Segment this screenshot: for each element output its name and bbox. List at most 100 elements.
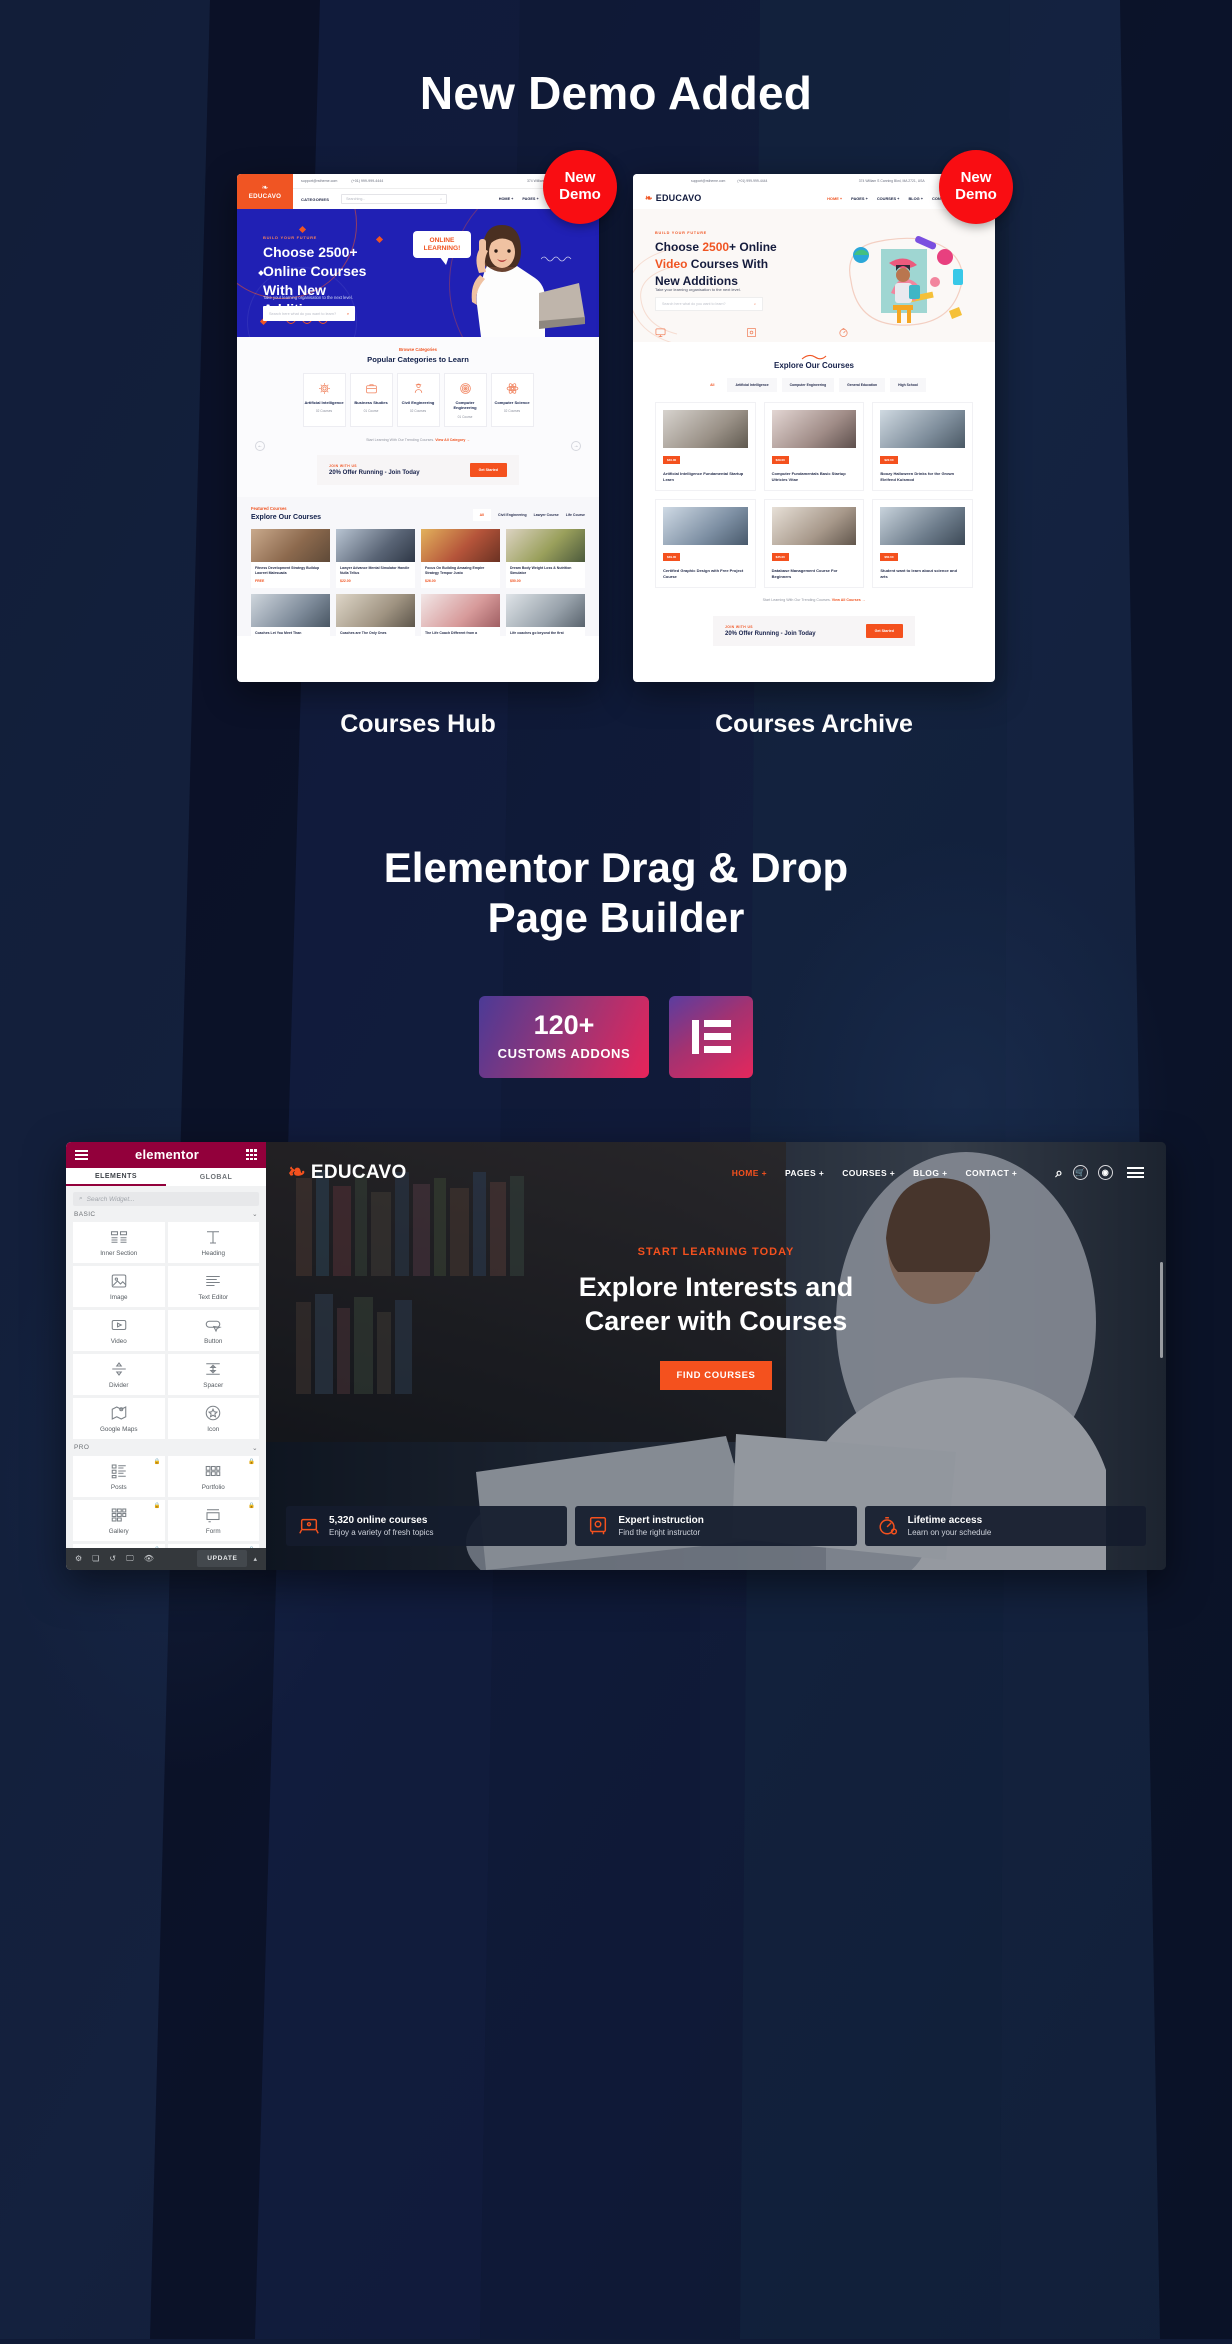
feature-bar[interactable]: Expert instruction Find the right instru… — [575, 1505, 857, 1546]
preview-menu-pages[interactable]: PAGES + — [785, 1168, 824, 1178]
widget-label: Google Maps — [100, 1426, 138, 1434]
preview-logo[interactable]: ❧ EDUCAVO — [288, 1160, 407, 1185]
tab-global[interactable]: GLOBAL — [166, 1168, 266, 1186]
course-card[interactable]: $22.00 Boozy Halloween Drinks for the Gr… — [872, 402, 973, 491]
category-card[interactable]: Computer Science 02 Courses — [490, 373, 534, 427]
filter-computer-engineering[interactable]: Computer Engineering — [781, 378, 835, 392]
course-card[interactable]: $39.00 Certified Graphic Design with Fre… — [655, 499, 756, 588]
site1-search-input[interactable]: Searching... ⌕ — [341, 194, 448, 204]
site1-logo[interactable]: ❧ EDUCAVO — [237, 174, 293, 209]
menu-hamburger-icon[interactable] — [1127, 1165, 1144, 1181]
menu-item[interactable]: PAGES + — [522, 197, 538, 201]
find-courses-button[interactable]: FIND COURSES — [659, 1360, 773, 1390]
next-arrow-button[interactable]: → — [571, 441, 581, 451]
widget-gallery[interactable]: 🔒 Gallery — [73, 1499, 165, 1541]
editor-preview-pane[interactable]: ❧ EDUCAVO HOME + PAGES + COURSES + BLOG … — [266, 1141, 1166, 1570]
prev-arrow-button[interactable]: ← — [255, 441, 265, 451]
hero-search-input[interactable]: Search here what do you want to learn? ⌕ — [263, 306, 355, 321]
widget-divider[interactable]: Divider — [73, 1354, 165, 1396]
preview-menu-courses[interactable]: COURSES + — [842, 1168, 895, 1178]
get-started-button[interactable]: Get Started — [469, 463, 507, 477]
tab-elements[interactable]: ELEMENTS — [66, 1168, 166, 1187]
grid-icon[interactable] — [246, 1149, 257, 1161]
preview-eye-icon[interactable]: 👁 — [144, 1554, 154, 1563]
tab-all[interactable]: All — [472, 509, 492, 521]
course-card[interactable]: $35.00 Database Management Course For Be… — [763, 499, 865, 588]
demo-screenshot-courses-archive[interactable]: support@rstheme.com (+01) 999-999-4444 3… — [633, 174, 995, 682]
hero-search-input[interactable]: Search here what do you want to learn? ⌕ — [655, 297, 763, 311]
widget-text-editor[interactable]: Text Editor — [167, 1266, 259, 1308]
chevron-up-icon[interactable]: ▴ — [253, 1555, 257, 1563]
filter-ai[interactable]: Artificial Intelligence — [727, 378, 777, 392]
feature-bar[interactable]: 5,320 online courses Enjoy a variety of … — [286, 1505, 568, 1546]
tab-lawyer-course[interactable]: Lawyer Course — [534, 513, 559, 517]
categories-button[interactable]: CATEGORIES — [301, 197, 329, 202]
preview-scrollbar[interactable] — [1160, 1261, 1163, 1358]
widget-form[interactable]: 🔒 Form — [167, 1499, 259, 1541]
cart-icon[interactable]: 🛒 — [1073, 1165, 1088, 1181]
widget-google-maps[interactable]: Google Maps — [73, 1398, 165, 1440]
search-icon[interactable]: ⌕ — [1055, 1165, 1063, 1181]
widget-spacer[interactable]: Spacer — [167, 1354, 259, 1396]
settings-gear-icon[interactable]: ⚙ — [75, 1554, 82, 1563]
preview-menu-contact[interactable]: CONTACT + — [965, 1168, 1017, 1178]
preview-menu-blog[interactable]: BLOG + — [913, 1168, 947, 1178]
course-card[interactable]: Coaches are The Only Ones — [336, 594, 415, 637]
demo-caption: Courses Archive — [715, 710, 913, 738]
course-card[interactable]: $29.00 Computer Fundamentals Basic Start… — [763, 402, 865, 491]
account-icon[interactable]: ◉ — [1098, 1165, 1113, 1181]
course-card[interactable]: The Life Coach Different from a — [421, 594, 500, 637]
demo-item-courses-hub[interactable]: New Demo support@rstheme.com (+01) 999-9… — [237, 150, 617, 739]
menu-item-courses[interactable]: COURSES + — [877, 196, 900, 201]
hero-kicker: BUILD YOUR FUTURE — [655, 231, 707, 235]
category-card[interactable]: Civil Engineering 02 Courses — [396, 373, 440, 427]
category-card[interactable]: Business Studies 01 Course — [349, 373, 393, 427]
tab-civil-engineering[interactable]: Civil Engineering — [498, 513, 527, 517]
demo-screenshot-courses-hub[interactable]: support@rstheme.com (+01) 999-999-4444 3… — [237, 174, 599, 682]
widget-posts[interactable]: 🔒 Posts — [73, 1455, 165, 1497]
course-card[interactable]: $60.00 Student want to learn about scien… — [872, 499, 973, 588]
responsive-icon[interactable]: 🖵 — [126, 1554, 134, 1564]
section-name: BASIC — [74, 1210, 96, 1218]
section-header-basic[interactable]: BASIC ⌄ — [66, 1206, 266, 1222]
category-card[interactable]: Computer Engineering 01 Course — [443, 373, 487, 427]
hamburger-icon[interactable] — [75, 1147, 88, 1162]
elementor-editor-mock[interactable]: elementor ELEMENTS GLOBAL ⌕ Search Widge… — [66, 1141, 1166, 1570]
widget-search-input[interactable]: ⌕ Search Widget... — [73, 1192, 259, 1206]
course-card[interactable]: Focus On Building Amazing Empire Strateg… — [421, 529, 500, 589]
demo-item-courses-archive[interactable]: New Demo support@rstheme.com (+01) 999-9… — [633, 150, 1013, 739]
preview-menu-home[interactable]: HOME + — [732, 1168, 767, 1178]
section-header-pro[interactable]: PRO ⌄ — [66, 1439, 266, 1455]
view-all-category-link[interactable]: View All Category → — [435, 438, 470, 442]
update-button[interactable]: UPDATE — [197, 1550, 248, 1568]
menu-item[interactable]: HOME + — [499, 197, 514, 201]
course-card[interactable]: Coaches Let You Meet Than — [251, 594, 330, 637]
filter-high-school[interactable]: High School — [890, 378, 926, 392]
feature-bar[interactable]: Lifetime access Learn on your schedule — [864, 1505, 1146, 1546]
widget-inner-section[interactable]: Inner Section — [73, 1222, 165, 1264]
filter-all[interactable]: All — [702, 378, 723, 392]
course-card[interactable]: $40.00 Artificial Intelligence Fundament… — [655, 402, 756, 491]
widget-video[interactable]: Video — [73, 1310, 165, 1352]
course-card[interactable]: Dream Body Weight Loss & Nutrition Simul… — [506, 529, 585, 589]
course-card[interactable]: Lawyer Advance Mental Simulator Handle N… — [336, 529, 415, 589]
widget-button[interactable]: Button — [167, 1310, 259, 1352]
menu-item-home[interactable]: HOME + — [827, 196, 842, 201]
history-icon[interactable]: ↺ — [109, 1554, 116, 1563]
tab-life-course[interactable]: Life Course — [566, 513, 585, 517]
site2-logo[interactable]: ❧ EDUCAVO — [645, 193, 702, 204]
widget-portfolio[interactable]: 🔒 Portfolio — [167, 1455, 259, 1497]
new-demo-badge: New Demo — [543, 150, 617, 224]
category-card[interactable]: Artificial Intelligence 02 Courses — [302, 373, 346, 427]
get-started-button[interactable]: Get Started — [865, 624, 903, 638]
view-all-courses-link[interactable]: View All Courses → — [832, 598, 866, 602]
layers-icon[interactable]: ❏ — [92, 1554, 99, 1563]
filter-general-education[interactable]: General Education — [839, 378, 886, 392]
menu-item-blog[interactable]: BLOG + — [908, 196, 923, 201]
course-card[interactable]: Fitness Development Strategy Buildup Lao… — [251, 529, 330, 589]
widget-icon[interactable]: Icon — [167, 1398, 259, 1440]
menu-item-pages[interactable]: PAGES + — [851, 196, 868, 201]
widget-image[interactable]: Image — [73, 1266, 165, 1308]
widget-heading[interactable]: Heading — [167, 1222, 259, 1264]
course-card[interactable]: Life coaches go beyond the first — [506, 594, 585, 637]
